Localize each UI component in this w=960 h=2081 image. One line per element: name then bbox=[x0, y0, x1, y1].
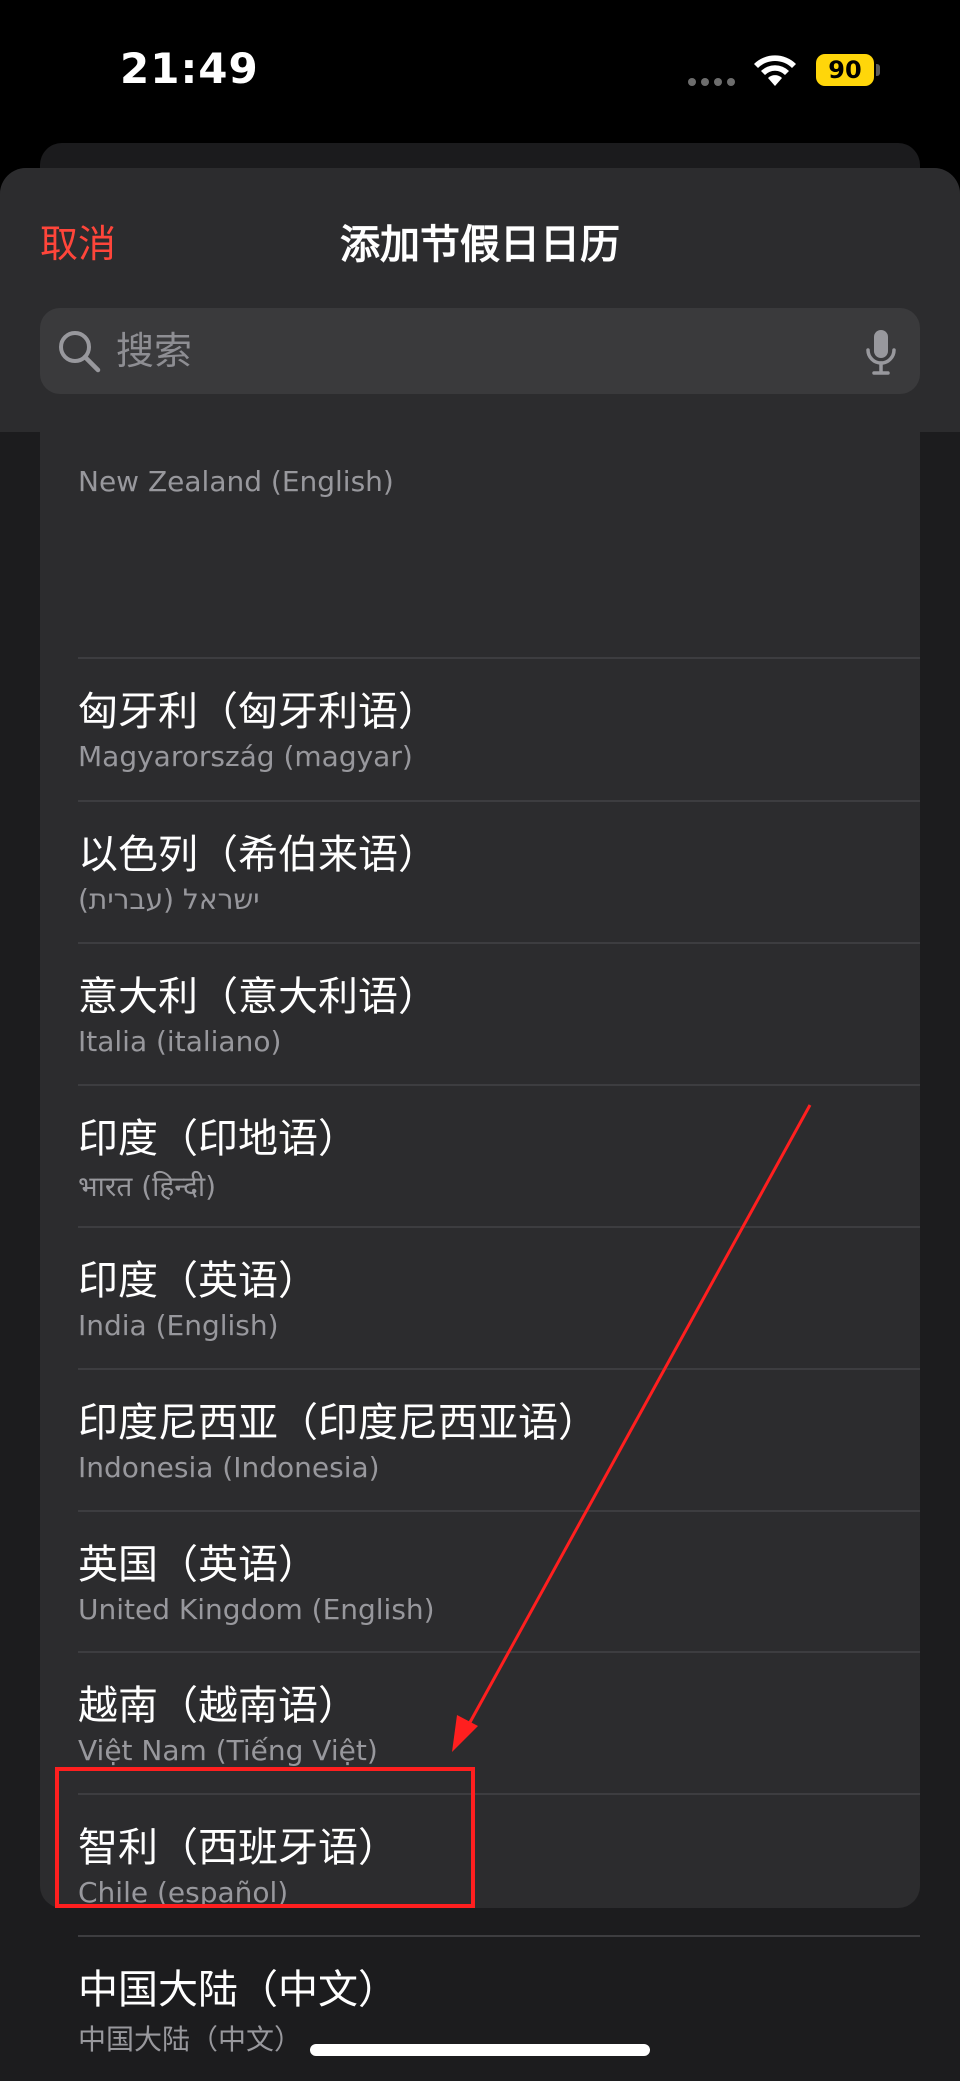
battery-level: 90 bbox=[816, 54, 874, 86]
list-item-subtitle: Indonesia (Indonesia) bbox=[78, 1451, 380, 1484]
home-indicator[interactable] bbox=[310, 2044, 650, 2056]
list-item-subtitle: India (English) bbox=[78, 1309, 279, 1342]
page-title: 添加节假日日历 bbox=[340, 222, 620, 268]
list-item[interactable]: 印度尼西亚（印度尼西亚语） Indonesia (Indonesia) bbox=[78, 1370, 920, 1511]
list-item-subtitle: Italia (italiano) bbox=[78, 1025, 282, 1058]
list-item[interactable]: 意大利（意大利语） Italia (italiano) bbox=[78, 944, 920, 1085]
list-item[interactable]: 以色列（希伯来语） ישראל (עברית) bbox=[78, 802, 920, 943]
cellular-signal-icon bbox=[688, 78, 736, 86]
list-item-subtitle: भारत (हिन्दी) bbox=[78, 1170, 216, 1203]
list-item-subtitle: Việt Nam (Tiếng Việt) bbox=[78, 1734, 378, 1767]
list-item-title: 意大利（意大利语） bbox=[78, 974, 438, 1020]
annotation-highlight-box bbox=[55, 1767, 475, 1908]
list-item-title: 越南（越南语） bbox=[78, 1683, 358, 1729]
holiday-calendar-list: New Zealand (English) 匈牙利（匈牙利语） Magyaror… bbox=[40, 368, 920, 2056]
list-item-title: 中国大陆（中文） bbox=[78, 1967, 398, 2013]
status-time: 21:49 bbox=[120, 44, 259, 93]
list-item-china-mainland[interactable]: 中国大陆（中文） 中国大陆（中文） bbox=[78, 1937, 920, 2078]
list-item[interactable]: 印度（英语） India (English) bbox=[78, 1228, 920, 1369]
list-item-subtitle: New Zealand (English) bbox=[78, 465, 394, 498]
sheet-header: 取消 添加节假日日历 搜索 bbox=[0, 168, 960, 432]
search-bar[interactable]: 搜索 bbox=[40, 308, 920, 394]
list-item-subtitle: ישראל (עברית) bbox=[78, 883, 260, 916]
list-item-title: 英国（英语） bbox=[78, 1542, 318, 1588]
list-item[interactable]: 印度（印地语） भारत (हिन्दी) bbox=[78, 1086, 920, 1227]
list-item-subtitle: United Kingdom (English) bbox=[78, 1593, 435, 1626]
list-item-title: 印度尼西亚（印度尼西亚语） bbox=[78, 1400, 598, 1446]
list-item-title: 印度（印地语） bbox=[78, 1116, 358, 1162]
list-item-subtitle: Magyarország (magyar) bbox=[78, 740, 413, 773]
battery-icon: 90 bbox=[816, 54, 880, 86]
list-item[interactable]: 匈牙利（匈牙利语） Magyarország (magyar) bbox=[78, 659, 920, 800]
list-item-title: 匈牙利（匈牙利语） bbox=[78, 689, 438, 735]
search-input[interactable]: 搜索 bbox=[116, 308, 816, 394]
list-item-title: 印度（英语） bbox=[78, 1258, 318, 1304]
microphone-icon[interactable] bbox=[864, 328, 898, 376]
list-item[interactable]: 英国（英语） United Kingdom (English) bbox=[78, 1512, 920, 1653]
list-item-title: 以色列（希伯来语） bbox=[78, 832, 438, 878]
list-item-subtitle: 中国大陆（中文） bbox=[78, 2023, 303, 2056]
search-icon bbox=[59, 331, 101, 373]
status-bar: 21:49 90 bbox=[0, 0, 960, 140]
wifi-icon bbox=[754, 55, 796, 86]
